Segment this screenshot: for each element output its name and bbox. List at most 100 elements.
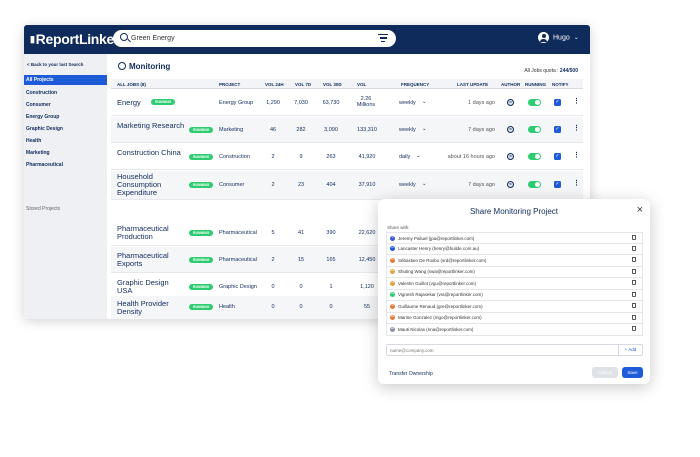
author-avatar: HC <box>507 181 514 188</box>
job-name[interactable]: Marketing Research <box>117 122 185 130</box>
member-avatar: LH <box>390 246 395 251</box>
trash-icon[interactable] <box>632 235 636 240</box>
trash-icon[interactable] <box>632 291 636 297</box>
sidebar-item-pharmaceutical[interactable]: Pharmaceutical <box>24 162 107 168</box>
frequency-select[interactable]: weekly <box>399 100 416 106</box>
list-item: SD Sébastien De Rosbo (srd@reportlinker.c… <box>386 255 643 267</box>
search-icon <box>120 33 128 41</box>
status-badge: RUNNING <box>189 182 214 188</box>
top-bar: ▮ReportLinker Hugo⌄ <box>24 25 590 54</box>
trash-icon[interactable] <box>632 257 636 262</box>
user-menu[interactable]: Hugo ⌄ <box>538 32 579 43</box>
table-row[interactable]: Marketing Research RUNNING Marketing 46 … <box>111 117 583 143</box>
col-vol-30d[interactable]: VOL 30D <box>323 82 342 87</box>
vol-total: 133,310 <box>357 127 377 133</box>
col-vol-7d[interactable]: VOL 7D <box>295 82 311 87</box>
cancel-button[interactable]: Cancel <box>592 367 618 378</box>
project-name: Health <box>219 304 235 310</box>
sidebar-item-all-projects[interactable]: All Projects <box>24 75 107 85</box>
table-row[interactable]: Household Consumption Expenditure RUNNIN… <box>111 171 583 200</box>
close-icon[interactable]: × <box>637 204 643 216</box>
table-row[interactable]: Construction China RUNNING Construction … <box>111 144 583 170</box>
sidebar-item-health[interactable]: Health <box>24 138 107 144</box>
last-update: 7 days ago <box>468 182 495 188</box>
trash-icon[interactable] <box>632 326 636 331</box>
stored-projects-label[interactable]: Stored Projects <box>26 206 60 212</box>
trash-icon[interactable] <box>632 314 636 320</box>
sidebar-item-energy-group[interactable]: Energy Group <box>24 114 107 120</box>
running-toggle[interactable] <box>528 99 541 106</box>
col-all-jobs[interactable]: ALL JOBS (8) <box>117 82 146 87</box>
more-icon[interactable]: ⋮ <box>573 179 580 187</box>
trash-icon[interactable] <box>632 245 636 251</box>
project-name: Pharmaceutical <box>219 257 257 263</box>
col-last-update[interactable]: LAST UPDATE <box>457 82 488 87</box>
vol-total: 37,910 <box>358 182 376 188</box>
notify-checkbox[interactable]: ✓ <box>554 126 561 133</box>
col-frequency[interactable]: FREQUENCY <box>401 82 429 87</box>
member-email: Marine Gonzalez (mgo@reportlinker.com) <box>398 315 482 320</box>
sidebar-item-graphic-design[interactable]: Graphic Design <box>24 126 107 132</box>
email-input[interactable] <box>390 347 590 354</box>
col-project[interactable]: PROJECT <box>219 82 240 87</box>
job-name[interactable]: Health Provider Density <box>117 300 185 316</box>
member-email: Sébastien De Rosbo (srd@reportlinker.com… <box>398 257 487 263</box>
more-icon[interactable]: ⋮ <box>573 151 580 159</box>
back-link[interactable]: < Back to your last Search <box>27 62 83 67</box>
member-email: Lancaster Henry (henry@builde.com.au) <box>398 246 480 251</box>
running-toggle[interactable] <box>528 153 541 160</box>
chevron-down-icon[interactable]: ⌄ <box>422 181 427 187</box>
chevron-down-icon[interactable]: ⌄ <box>422 99 427 105</box>
trash-icon[interactable] <box>632 268 636 274</box>
status-badge: RUNNING <box>189 127 214 133</box>
share-modal: Share Monitoring Project × Share with: J… <box>378 199 650 384</box>
status-badge: RUNNING <box>189 154 214 160</box>
sidebar-item-construction[interactable]: Construction <box>24 90 107 96</box>
list-item: GR Guillaume Renaud (gre@reportlinker.com… <box>386 301 643 313</box>
job-name[interactable]: Pharmaceutical Exports <box>117 252 185 268</box>
search-bar[interactable] <box>113 30 396 47</box>
more-icon[interactable]: ⋮ <box>573 124 580 132</box>
table-header: ALL JOBS (8) PROJECT VOL 24H VOL 7D VOL … <box>111 79 583 89</box>
job-name[interactable]: Graphic Design USA <box>117 279 185 295</box>
share-with-label: Share with: <box>387 225 410 230</box>
author-avatar: HC <box>507 153 514 160</box>
search-input[interactable] <box>131 33 361 44</box>
member-email: Guillaume Renaud (gre@reportlinker.com) <box>398 303 483 309</box>
filter-icon[interactable] <box>378 34 388 42</box>
sidebar-item-consumer[interactable]: Consumer <box>24 102 107 108</box>
running-toggle[interactable] <box>528 126 541 133</box>
member-avatar: SD <box>390 257 395 263</box>
transfer-ownership-link[interactable]: Transfer Ownership <box>389 371 433 377</box>
more-icon[interactable]: ⋮ <box>573 97 580 105</box>
notify-checkbox[interactable]: ✓ <box>554 99 561 106</box>
vol-7d: 23 <box>297 182 305 188</box>
running-toggle[interactable] <box>528 181 541 188</box>
frequency-select[interactable]: weekly <box>399 182 416 188</box>
author-avatar: HC <box>507 99 514 106</box>
vol-30d: 165 <box>326 257 336 263</box>
vol-30d: 1 <box>329 284 333 290</box>
add-button[interactable]: + Add <box>618 345 642 355</box>
trash-icon[interactable] <box>632 280 636 285</box>
project-name: Construction <box>219 154 250 160</box>
job-name[interactable]: Pharmaceutical Production <box>117 225 185 241</box>
job-name[interactable]: Construction China <box>117 149 185 157</box>
job-name[interactable]: Household Consumption Expenditure <box>117 173 185 197</box>
save-button[interactable]: Save <box>622 367 643 378</box>
trash-icon[interactable] <box>632 303 636 308</box>
sidebar-item-marketing[interactable]: Marketing <box>24 150 107 156</box>
chevron-down-icon[interactable]: ⌄ <box>416 153 421 159</box>
frequency-select[interactable]: weekly <box>399 127 416 133</box>
notify-checkbox[interactable]: ✓ <box>554 153 561 160</box>
table-row[interactable]: Energy RUNNING Energy Group 1,290 7,030 … <box>111 90 583 116</box>
chevron-down-icon[interactable]: ⌄ <box>422 126 427 132</box>
quota-label: All Jobs quota : <box>524 68 559 74</box>
modal-title: Share Monitoring Project <box>469 207 559 216</box>
logo[interactable]: ▮ReportLinker <box>30 31 119 47</box>
col-vol[interactable]: VOL <box>357 82 366 87</box>
col-vol-24h[interactable]: VOL 24H <box>265 82 284 87</box>
frequency-select[interactable]: daily <box>399 154 410 160</box>
avatar-icon <box>538 32 549 43</box>
notify-checkbox[interactable]: ✓ <box>554 181 561 188</box>
